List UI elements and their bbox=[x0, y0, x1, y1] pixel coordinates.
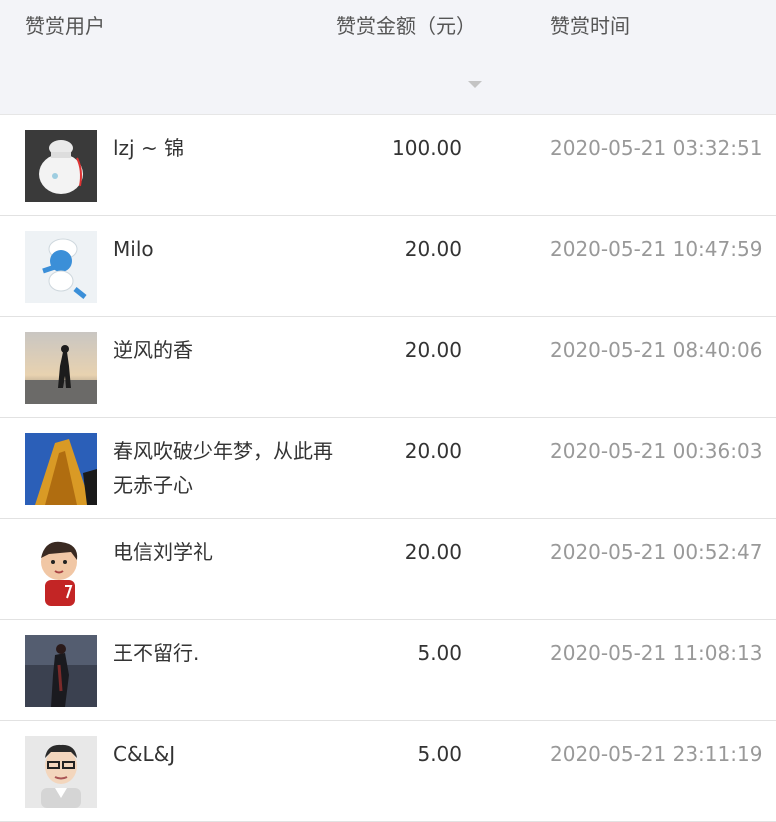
cartoon-boy-avatar[interactable] bbox=[25, 534, 97, 606]
reward-time: 2020-05-21 23:11:19 bbox=[550, 742, 763, 766]
user-name[interactable]: lzj ~ 锦 bbox=[113, 131, 333, 165]
reward-time: 2020-05-21 11:08:13 bbox=[550, 641, 763, 665]
reward-time: 2020-05-21 00:52:47 bbox=[550, 540, 763, 564]
lucky-bag-avatar[interactable] bbox=[25, 130, 97, 202]
smurf-avatar[interactable] bbox=[25, 231, 97, 303]
reward-time: 2020-05-21 08:40:06 bbox=[550, 338, 763, 362]
user-name[interactable]: 电信刘学礼 bbox=[113, 535, 333, 569]
table-row: 王不留行. 5.00 2020-05-21 11:08:13 bbox=[0, 620, 776, 721]
user-name[interactable]: 逆风的香 bbox=[113, 333, 333, 367]
user-name[interactable]: 春风吹破少年梦，从此再无赤子心 bbox=[113, 434, 333, 502]
table-row: lzj ~ 锦 100.00 2020-05-21 03:32:51 bbox=[0, 115, 776, 216]
reward-time: 2020-05-21 03:32:51 bbox=[550, 136, 763, 160]
sunset-silhouette-avatar[interactable] bbox=[25, 332, 97, 404]
user-name[interactable]: 王不留行. bbox=[113, 636, 333, 670]
reward-amount: 20.00 bbox=[404, 540, 462, 564]
column-header-time: 赞赏时间 bbox=[550, 14, 630, 38]
column-header-amount[interactable]: 赞赏金额（元） bbox=[336, 12, 476, 40]
reward-amount: 20.00 bbox=[404, 439, 462, 463]
reward-time: 2020-05-21 00:36:03 bbox=[550, 439, 763, 463]
reward-amount: 5.00 bbox=[417, 641, 462, 665]
reward-amount: 20.00 bbox=[404, 237, 462, 261]
table-row: 电信刘学礼 20.00 2020-05-21 00:52:47 bbox=[0, 519, 776, 620]
reward-table: 赞赏用户 赞赏金额（元） 赞赏时间 lzj ~ 锦 100.00 2020-05… bbox=[0, 0, 776, 822]
reward-amount: 20.00 bbox=[404, 338, 462, 362]
dark-figure-avatar[interactable] bbox=[25, 635, 97, 707]
caret-down-icon[interactable] bbox=[468, 81, 482, 88]
table-header: 赞赏用户 赞赏金额（元） 赞赏时间 bbox=[0, 0, 776, 115]
user-name[interactable]: Milo bbox=[113, 232, 333, 266]
reward-time: 2020-05-21 10:47:59 bbox=[550, 237, 763, 261]
table-row: 逆风的香 20.00 2020-05-21 08:40:06 bbox=[0, 317, 776, 418]
column-header-user: 赞赏用户 bbox=[25, 14, 105, 38]
user-name[interactable]: C&L&J bbox=[113, 737, 333, 771]
table-row: Milo 20.00 2020-05-21 10:47:59 bbox=[0, 216, 776, 317]
reward-amount: 100.00 bbox=[392, 136, 462, 160]
reward-amount: 5.00 bbox=[417, 742, 462, 766]
golden-building-avatar[interactable] bbox=[25, 433, 97, 505]
cartoon-glasses-avatar[interactable] bbox=[25, 736, 97, 808]
table-row: C&L&J 5.00 2020-05-21 23:11:19 bbox=[0, 721, 776, 822]
table-row: 春风吹破少年梦，从此再无赤子心 20.00 2020-05-21 00:36:0… bbox=[0, 418, 776, 519]
